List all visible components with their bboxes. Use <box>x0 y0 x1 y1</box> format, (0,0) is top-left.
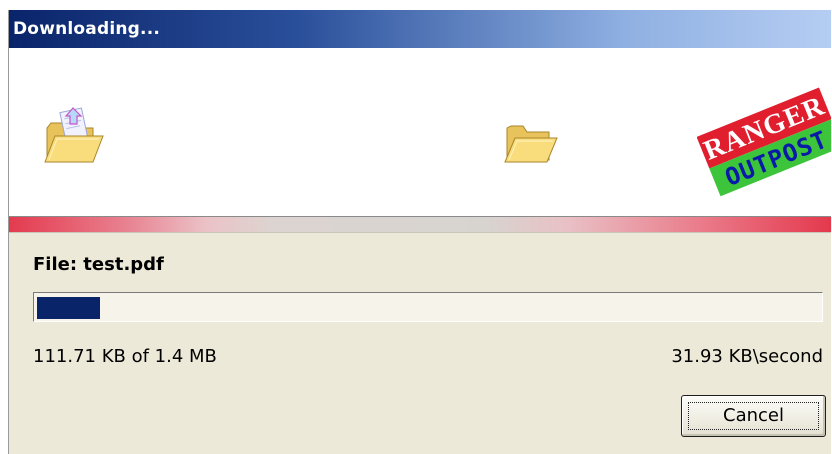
progress-fill <box>37 297 100 319</box>
open-folder-with-document-icon <box>44 107 104 163</box>
file-name-label: File: test.pdf <box>33 254 164 275</box>
transfer-banner: RANGER OUTPOST <box>9 48 831 217</box>
download-dialog: Downloading... RANGER OUTPOST File: test… <box>8 10 831 454</box>
download-size-status: 111.71 KB of 1.4 MB <box>33 346 217 367</box>
cancel-button[interactable]: Cancel <box>681 395 826 437</box>
download-progress-bar <box>33 292 823 322</box>
title-bar[interactable]: Downloading... <box>9 10 831 48</box>
ranger-outpost-logo: RANGER OUTPOST <box>697 87 831 197</box>
open-folder-icon <box>504 125 558 163</box>
download-speed-status: 31.93 KB\second <box>671 346 823 367</box>
window-title: Downloading... <box>13 19 161 39</box>
cancel-button-label: Cancel <box>723 405 784 426</box>
banner-divider <box>9 217 831 233</box>
